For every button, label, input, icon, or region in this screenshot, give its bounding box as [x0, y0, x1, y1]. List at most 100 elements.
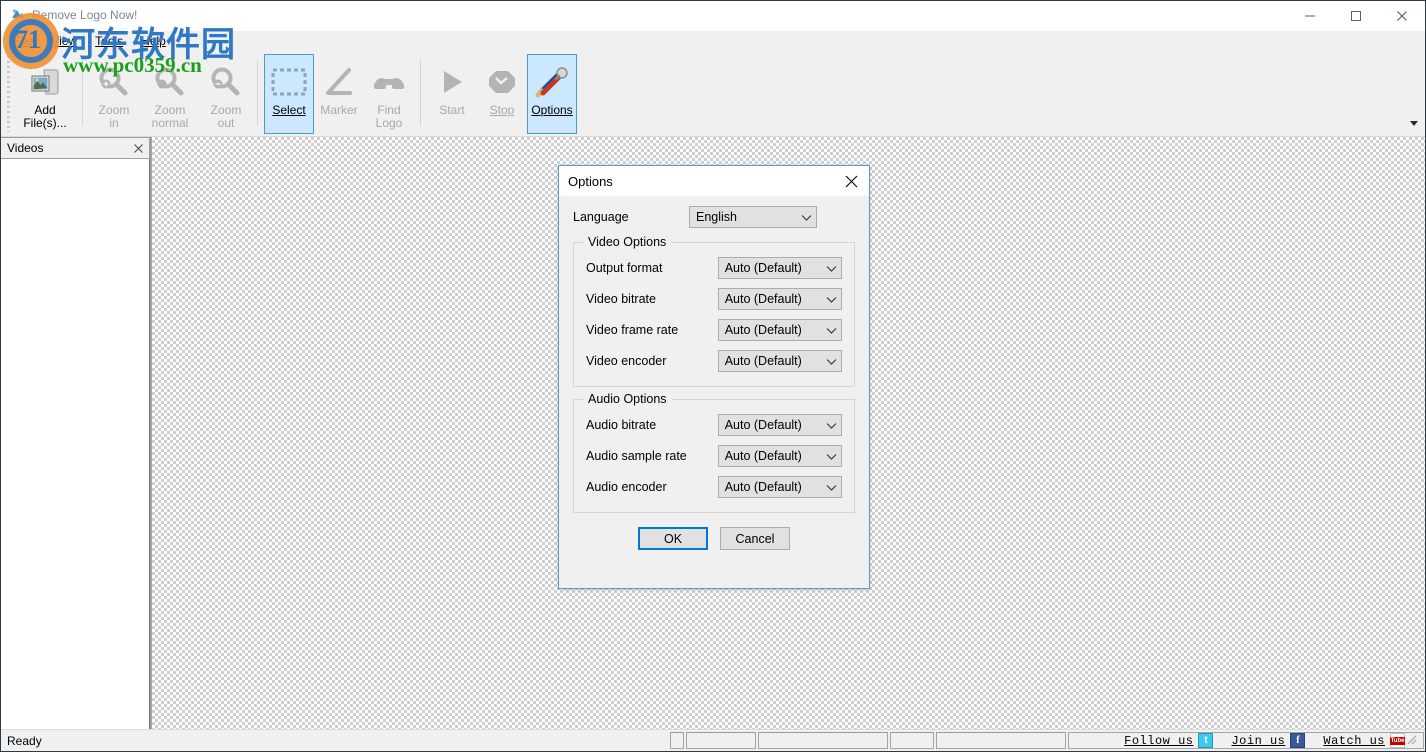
chevron-down-icon: [826, 327, 837, 334]
language-row: Language English: [573, 206, 855, 228]
binoculars-icon: [367, 62, 411, 102]
output-format-row: Output format Auto (Default): [586, 257, 842, 279]
social-link-watch-us[interactable]: Watch us Tube: [1323, 733, 1406, 748]
video-frame-rate-label: Video frame rate: [586, 323, 679, 337]
title-bar-left: Remove Logo Now!: [1, 1, 137, 23]
status-pane-4: [890, 732, 934, 749]
main-toolbar: Add File(s)... Zoom in Zoom normal Zoom …: [1, 52, 1425, 137]
menu-item-view-label: View: [51, 34, 78, 48]
toolbar-button-zoom-normal[interactable]: Zoom normal: [139, 54, 201, 134]
toolbar-button-start-label: Start: [439, 103, 465, 117]
video-options-legend: Video Options: [583, 235, 672, 249]
videos-panel-title: Videos: [7, 141, 44, 155]
audio-sample-rate-select[interactable]: Auto (Default): [717, 445, 842, 467]
close-button[interactable]: [1379, 1, 1425, 31]
chevron-down-icon: [826, 484, 837, 491]
chevron-down-icon: [826, 296, 837, 303]
minimize-button[interactable]: [1287, 1, 1333, 31]
videos-list[interactable]: [1, 159, 150, 729]
output-format-label: Output format: [586, 261, 663, 275]
twitter-icon[interactable]: t: [1198, 733, 1214, 748]
menu-item-file-label: File: [14, 34, 34, 48]
toolbar-button-zoom-out-label: Zoom out: [210, 103, 242, 130]
video-frame-rate-select[interactable]: Auto (Default): [717, 319, 842, 341]
audio-bitrate-label: Audio bitrate: [586, 418, 657, 432]
cancel-button[interactable]: Cancel: [720, 527, 790, 550]
options-dialog-titlebar: Options: [559, 166, 869, 196]
marker-angle-icon: [317, 62, 361, 102]
ok-button[interactable]: OK: [638, 527, 708, 550]
audio-bitrate-value: Auto (Default): [724, 418, 802, 432]
toolbar-button-stop[interactable]: Stop: [477, 54, 527, 134]
youtube-icon-glyph: Tube: [1389, 736, 1406, 745]
video-frame-rate-row: Video frame rate Auto (Default): [586, 319, 842, 341]
facebook-icon-glyph: f: [1296, 735, 1300, 746]
chevron-down-icon: [826, 453, 837, 460]
menu-item-tools[interactable]: Tools: [86, 32, 132, 51]
close-icon[interactable]: [131, 141, 145, 155]
menu-item-tools-label: Tools: [95, 34, 124, 48]
social-link-watch-us-label: Watch us: [1323, 733, 1385, 748]
audio-options-group: Audio Options Audio bitrate Auto (Defaul…: [573, 392, 855, 513]
audio-encoder-select[interactable]: Auto (Default): [717, 476, 842, 498]
language-label: Language: [573, 210, 629, 224]
output-format-value: Auto (Default): [724, 261, 802, 275]
maximize-button[interactable]: [1333, 1, 1379, 31]
toolbar-overflow-chevron-down-icon[interactable]: [1407, 116, 1421, 130]
menu-bar: File View Tools Help: [1, 31, 1425, 52]
youtube-icon[interactable]: Tube: [1389, 733, 1406, 748]
toolbar-button-find-logo-label: Find Logo: [375, 103, 403, 130]
video-encoder-label: Video encoder: [586, 354, 667, 368]
stop-octagon-icon: [480, 62, 524, 102]
menu-item-help[interactable]: Help: [132, 32, 175, 51]
toolbar-button-add-files[interactable]: Add File(s)...: [14, 54, 76, 134]
social-links-pane: Follow us t Join us f Watch us Tube: [1068, 732, 1424, 749]
magnifier-icon: [148, 62, 192, 102]
language-select-value: English: [696, 210, 737, 224]
toolbar-button-zoom-in-label: Zoom in: [98, 103, 130, 130]
application-window: Remove Logo Now! File View Tools Help Ad…: [0, 0, 1426, 752]
audio-bitrate-select[interactable]: Auto (Default): [717, 414, 842, 436]
toolbar-drag-grip[interactable]: [5, 56, 12, 132]
menu-item-view[interactable]: View: [42, 32, 86, 51]
language-select[interactable]: English: [689, 206, 817, 228]
resize-grip-icon[interactable]: [1405, 735, 1419, 747]
tools-wrench-screwdriver-icon: [530, 62, 574, 102]
audio-sample-rate-value: Auto (Default): [724, 449, 802, 463]
video-bitrate-select[interactable]: Auto (Default): [717, 288, 842, 310]
toolbar-button-marker[interactable]: Marker: [314, 54, 364, 134]
chevron-down-icon: [801, 214, 812, 221]
output-format-select[interactable]: Auto (Default): [717, 257, 842, 279]
social-link-join-us-label: Join us: [1231, 733, 1286, 748]
toolbar-button-start[interactable]: Start: [427, 54, 477, 134]
toolbar-button-zoom-in[interactable]: Zoom in: [89, 54, 139, 134]
toolbar-button-select[interactable]: Select: [264, 54, 314, 134]
social-link-join-us[interactable]: Join us f: [1231, 733, 1306, 748]
title-bar: Remove Logo Now!: [1, 1, 1425, 31]
facebook-icon[interactable]: f: [1290, 733, 1306, 748]
magnifier-plus-icon: [92, 62, 136, 102]
audio-encoder-row: Audio encoder Auto (Default): [586, 476, 842, 498]
window-controls: [1287, 1, 1425, 31]
toolbar-separator-1: [82, 60, 83, 126]
add-image-folder-icon: [23, 62, 67, 102]
app-logo-icon: [10, 7, 26, 23]
close-icon[interactable]: [833, 167, 869, 196]
toolbar-button-stop-label: Stop: [489, 103, 515, 117]
toolbar-button-zoom-out[interactable]: Zoom out: [201, 54, 251, 134]
video-bitrate-row: Video bitrate Auto (Default): [586, 288, 842, 310]
video-frame-rate-value: Auto (Default): [724, 323, 802, 337]
magnifier-minus-icon: [204, 62, 248, 102]
status-pane-1: [670, 732, 684, 749]
social-link-follow-us[interactable]: Follow us t: [1124, 733, 1214, 748]
chevron-down-icon: [826, 358, 837, 365]
chevron-down-icon: [826, 422, 837, 429]
menu-item-file[interactable]: File: [5, 32, 43, 51]
toolbar-button-options[interactable]: Options: [527, 54, 577, 134]
video-encoder-select[interactable]: Auto (Default): [717, 350, 842, 372]
video-options-group: Video Options Output format Auto (Defaul…: [573, 235, 855, 387]
status-message: Ready: [7, 733, 42, 748]
toolbar-button-find-logo[interactable]: Find Logo: [364, 54, 414, 134]
status-pane-2: [686, 732, 756, 749]
toolbar-button-options-label: Options: [531, 103, 573, 117]
